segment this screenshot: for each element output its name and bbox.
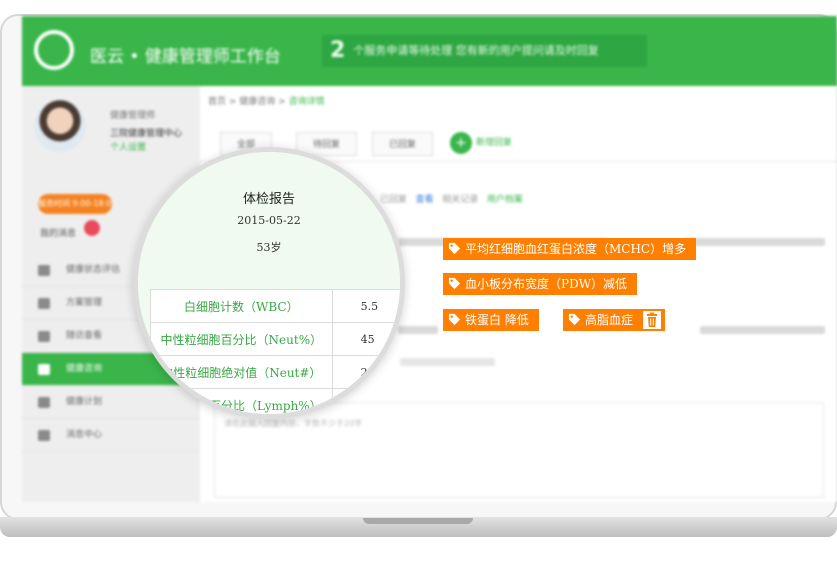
reply-placeholder: 请在此输入回复内容，字数不少于20字 [224,419,363,428]
table-row: 白细胞计数（WBC） 5.5 [150,289,400,323]
test-name: 中性粒细胞百分比（Neut%） [150,322,333,356]
mail-icon [38,430,50,441]
tag-icon [448,277,461,290]
add-reply-button[interactable]: + 新增回复 [450,130,512,156]
report-panel: 体检报告 2015-05-22 53岁 白细胞计数（WBC） 5.5 中性粒细胞… [138,152,400,414]
test-value: 5.5 [331,289,400,323]
test-value: 45 [331,322,400,356]
breadcrumb: 首页 > 健康咨询 > 咨询详情 [208,97,325,107]
text-line [700,326,825,334]
report-date: 2015-05-22 [237,214,301,227]
user-name: 健康管理师 [110,111,156,121]
reply-textarea[interactable] [214,402,824,498]
sidebar-item-label: 方案管理 [66,298,103,308]
trash-icon[interactable] [642,310,661,329]
report-title: 体检报告 [242,192,295,207]
laptop-notch [363,518,473,524]
service-status-pill[interactable]: 服务时间 9:00-18:00 [38,194,112,214]
breadcrumb-section[interactable]: 健康咨询 [239,97,275,107]
diagnosis-tag[interactable]: 平均红细胞血红蛋白浓度（MCHC）增多 [443,238,697,260]
top-bar: 医云 • 健康管理师工作台 2 个服务申请等待处理 您有新的用户提问请及时回复 [22,16,837,86]
sidebar-item-label: 健康计划 [66,397,103,407]
notice-bar[interactable]: 2 个服务申请等待处理 您有新的用户提问请及时回复 [322,35,647,67]
app-logo-icon [34,30,74,70]
filter-row: 已回复 查看 相关记录 用户档案 [380,192,523,205]
filter-view-link[interactable]: 查看 [416,195,434,205]
sidebar-item-messages[interactable]: 消息中心 [22,419,200,452]
pin-icon [38,397,50,408]
sidebar-item-label: 随访查看 [66,331,103,341]
report-table: 白细胞计数（WBC） 5.5 中性粒细胞百分比（Neut%） 45 中性粒细胞绝… [150,289,400,414]
messages-label[interactable]: 我的消息 [40,226,76,239]
filter-records-link[interactable]: 相关记录 [442,195,478,205]
person-icon [38,265,50,276]
diagnosis-tag[interactable]: 高脂血症 [563,309,665,331]
table-row: 中性粒细胞绝对值（Neut#） 2.4 [150,355,400,389]
tag-label: 高脂血症 [585,313,634,327]
trash-glyph [646,312,657,327]
grid-icon [38,298,50,309]
tag-icon [568,313,581,326]
sidebar-item-label: 消息中心 [66,430,103,440]
filter-profile-link[interactable]: 用户档案 [487,195,523,205]
magnifier-lens: 体检报告 2015-05-22 53岁 白细胞计数（WBC） 5.5 中性粒细胞… [133,147,405,419]
text-line [400,358,495,366]
test-name: 中性粒细胞绝对值（Neut#） [150,355,333,389]
tag-icon [448,313,461,326]
diagnosis-tag[interactable]: 铁蛋白 降低 [443,309,539,331]
user-org: 三院健康管理中心 [110,129,183,139]
test-name: 白细胞计数（WBC） [150,289,333,323]
breadcrumb-current: 咨询详情 [288,97,325,107]
test-value: 2.4 [331,355,400,389]
sidebar-item-label: 健康咨询 [66,364,103,374]
plus-icon: + [450,131,472,154]
sidebar-item-label: 健康状态评估 [66,265,121,275]
notice-text: 个服务申请等待处理 您有新的用户提问请及时回复 [353,44,599,57]
tag-label: 血小板分布宽度（PDW）减低 [465,277,628,291]
tag-label: 平均红细胞血红蛋白浓度（MCHC）增多 [465,242,687,256]
avatar[interactable] [34,100,86,152]
add-reply-label: 新增回复 [476,138,513,148]
chat-icon [38,364,50,375]
search-icon [38,331,50,342]
text-line [398,326,438,334]
table-row: 中性粒细胞百分比（Neut%） 45 [150,322,400,356]
diagnosis-tag[interactable]: 血小板分布宽度（PDW）减低 [443,273,638,295]
tag-label: 铁蛋白 降低 [465,313,529,327]
notice-count: 2 [330,38,346,63]
report-age: 53岁 [256,241,282,254]
breadcrumb-home[interactable]: 首页 [208,97,226,107]
app-title: 医云 • 健康管理师工作台 [90,47,281,67]
tag-icon [448,242,461,255]
message-badge [84,220,100,236]
text-line [685,238,825,246]
